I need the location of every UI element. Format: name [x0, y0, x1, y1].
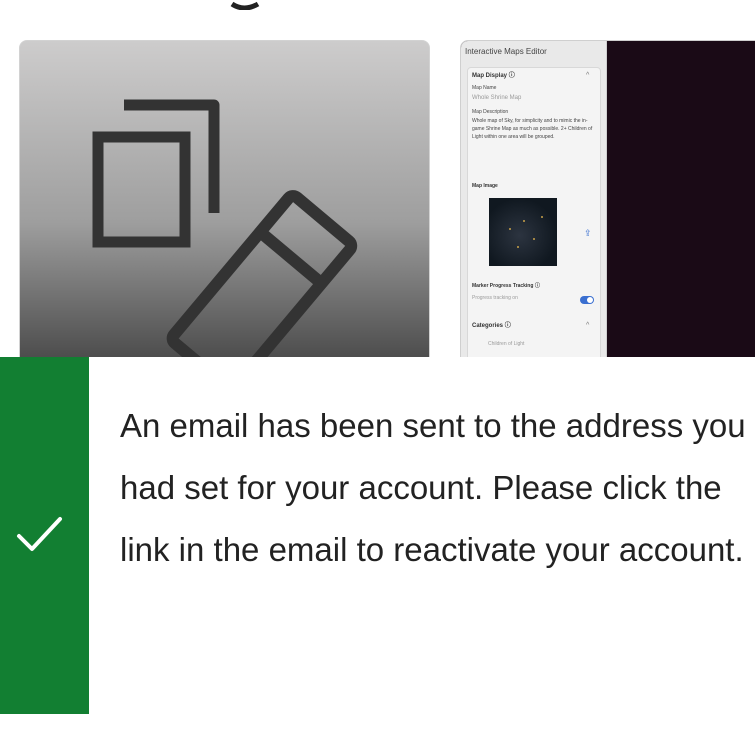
map-name-label: Map Name	[472, 85, 497, 91]
editor-side-panel: Interactive Maps Editor Map Display ⓘ ^ …	[461, 41, 607, 371]
success-toast: An email has been sent to the address yo…	[0, 357, 755, 714]
map-editor-preview-card[interactable]: Interactive Maps Editor Map Display ⓘ ^ …	[460, 40, 755, 372]
page-background	[0, 714, 755, 755]
map-image-label: Map Image	[472, 183, 498, 189]
progress-tracking-text: Progress tracking on	[472, 295, 518, 301]
map-name-field[interactable]: Whole Shrine Map	[472, 94, 521, 102]
category-item[interactable]: Children of Light	[488, 340, 524, 348]
editor-title: Interactive Maps Editor	[465, 47, 547, 56]
map-display-heading: Map Display ⓘ	[472, 73, 515, 79]
page-heading-fragment	[224, 0, 274, 10]
help-icon: ⓘ	[534, 283, 540, 289]
map-description-field[interactable]: Whole map of Sky, for simplicity and to …	[472, 117, 594, 141]
help-icon: ⓘ	[504, 323, 511, 329]
toast-status-bar	[0, 357, 89, 714]
toast-message: An email has been sent to the address yo…	[120, 407, 746, 568]
check-icon	[17, 517, 62, 551]
marker-progress-label: Marker Progress Tracking ⓘ	[472, 283, 540, 289]
upload-icon[interactable]: ⇪	[584, 228, 592, 239]
duplicate-edit-card[interactable]	[19, 40, 430, 372]
categories-heading: Categories ⓘ	[472, 323, 511, 329]
editor-form: Map Display ⓘ ^ Map Name Whole Shrine Ma…	[467, 67, 601, 369]
map-image-thumbnail	[489, 198, 557, 266]
collapse-caret-icon[interactable]: ^	[586, 72, 589, 79]
copy-edit-icon	[92, 99, 358, 371]
map-description-label: Map Description	[472, 109, 509, 115]
help-icon: ⓘ	[508, 73, 515, 79]
categories-caret-icon[interactable]: ^	[586, 322, 589, 329]
progress-tracking-toggle[interactable]	[580, 296, 594, 304]
